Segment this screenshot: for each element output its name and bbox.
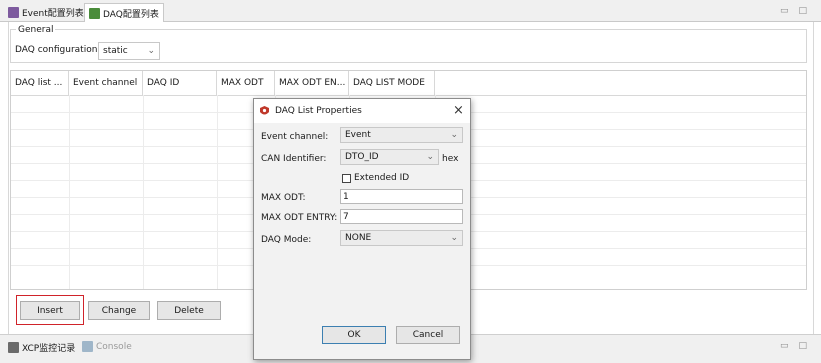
general-group-title: General [16,25,56,35]
daq-configuration-label: DAQ configuration: [15,45,101,55]
column-header-daq-id[interactable]: DAQ ID [143,71,217,95]
max-odt-entry-label: MAX ODT ENTRY: [261,213,338,223]
column-divider [217,95,218,289]
event-channel-value: Event [345,130,371,140]
chevron-down-icon: ⌄ [426,152,434,162]
dialog-title-bar[interactable]: DAQ List Properties [254,99,470,123]
event-channel-label: Event channel: [261,132,329,142]
column-header-event-channel[interactable]: Event channel [69,71,143,95]
extended-id-checkbox[interactable] [342,174,351,183]
daq-configuration-select[interactable]: static ⌄ [98,42,160,60]
column-divider [69,95,70,289]
can-identifier-select[interactable]: DTO_ID ⌄ [340,149,439,165]
tab-xcp-monitor[interactable]: XCP监控记录 [8,341,75,354]
editor-window-controls: ▭ □ [780,6,807,16]
close-icon[interactable]: × [453,103,464,118]
event-channel-select[interactable]: Event ⌄ [340,127,463,143]
daq-mode-value: NONE [345,233,372,243]
can-identifier-value: DTO_ID [345,152,379,162]
change-button[interactable]: Change [88,301,150,320]
tab-daq-list[interactable]: DAQ配置列表 [84,3,164,22]
xcp-monitor-icon [8,342,19,353]
daq-configuration-value: static [103,46,128,56]
daq-mode-label: DAQ Mode: [261,235,312,245]
column-header-max-odt-entry[interactable]: MAX ODT EN... [275,71,349,95]
can-identifier-label: CAN Identifier: [261,154,327,164]
bottom-window-controls: ▭ □ [780,341,807,351]
insert-button[interactable]: Insert [20,301,80,320]
column-header-daq-list-mode[interactable]: DAQ LIST MODE [349,71,435,95]
header-divider [11,95,806,96]
minimize-icon[interactable]: ▭ [780,341,789,351]
chevron-down-icon: ⌄ [147,46,155,56]
cancel-button[interactable]: Cancel [396,326,460,344]
dialog-title: DAQ List Properties [275,106,362,116]
extended-id-label: Extended ID [354,173,410,183]
console-icon [82,341,93,352]
ok-button[interactable]: OK [322,326,386,344]
event-list-icon [8,7,19,18]
minimize-icon[interactable]: ▭ [780,6,789,16]
hex-label: hex [442,154,459,164]
column-divider [143,95,144,289]
max-odt-entry-field[interactable]: 7 [340,209,463,224]
daq-mode-select[interactable]: NONE ⌄ [340,230,463,246]
daq-list-icon [89,7,100,19]
max-odt-field[interactable]: 1 [340,189,463,204]
chevron-down-icon: ⌄ [450,130,458,140]
tab-daq-list-label: DAQ配置列表 [103,9,159,20]
tab-console[interactable]: Console [82,341,132,352]
tab-xcp-monitor-label: XCP监控记录 [22,344,76,354]
column-header-daq-list[interactable]: DAQ list ... [11,71,69,95]
chevron-down-icon: ⌄ [450,233,458,243]
tab-event-list[interactable]: Event配置列表 [4,3,88,22]
column-header-max-odt[interactable]: MAX ODT [217,71,275,95]
daq-list-properties-dialog: DAQ List Properties × Event channel: Eve… [253,98,471,360]
max-odt-label: MAX ODT: [261,193,306,203]
tab-console-label: Console [96,341,132,352]
maximize-icon[interactable]: □ [799,6,808,16]
tab-event-list-label: Event配置列表 [22,9,84,19]
app-logo-icon [260,105,269,114]
delete-button[interactable]: Delete [157,301,221,320]
maximize-icon[interactable]: □ [799,341,808,351]
